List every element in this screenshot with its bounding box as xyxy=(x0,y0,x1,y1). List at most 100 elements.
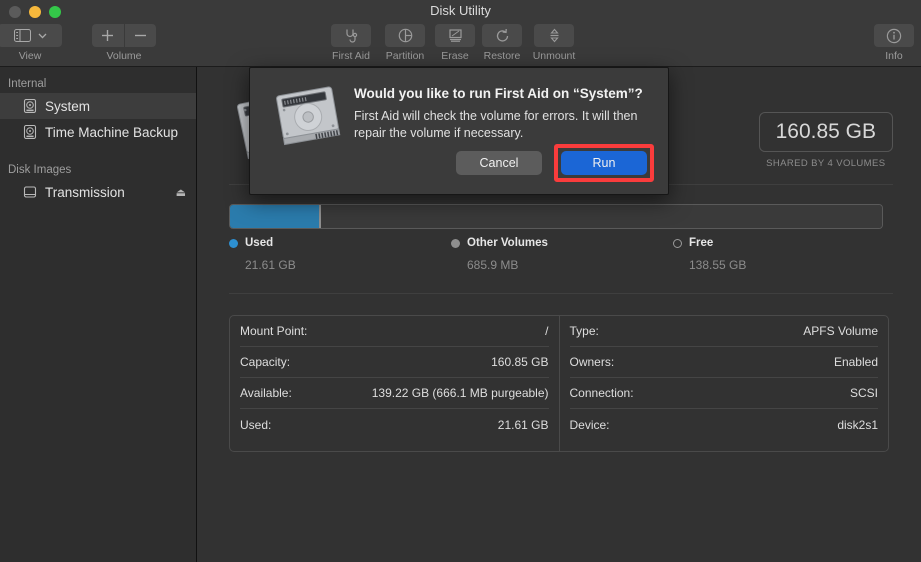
legend-label: Other Volumes xyxy=(467,237,548,249)
first-aid-button[interactable] xyxy=(331,24,371,47)
info-key: Owners: xyxy=(570,355,615,369)
toolbar-label: Erase xyxy=(441,50,468,62)
sidebar-item-label: Time Machine Backup xyxy=(45,125,178,140)
info-value: 160.85 GB xyxy=(491,355,548,369)
restore-button[interactable] xyxy=(482,24,522,47)
dialog-actions: Cancel Run xyxy=(456,144,654,182)
info-key: Connection: xyxy=(570,386,634,400)
erase-icon xyxy=(448,28,463,43)
internal-disk-icon xyxy=(22,98,38,114)
legend-item-used: Used 21.61 GB xyxy=(229,237,296,272)
info-row-capacity: Capacity: 160.85 GB xyxy=(240,347,549,378)
sidebar-item-time-machine-backup[interactable]: Time Machine Backup xyxy=(0,119,196,145)
toolbar-label: Volume xyxy=(106,50,141,62)
legend-label: Free xyxy=(689,237,713,249)
sidebar: Internal System Time Machine Backup Disk… xyxy=(0,67,197,562)
toolbar-item-info[interactable]: Info xyxy=(866,24,921,62)
legend-item-free: Free 138.55 GB xyxy=(673,237,746,272)
volume-info-table: Mount Point: / Capacity: 160.85 GB Avail… xyxy=(229,315,889,452)
run-button[interactable]: Run xyxy=(561,151,647,175)
internal-disk-icon xyxy=(22,124,38,140)
toolbar-item-view[interactable]: View xyxy=(2,24,58,62)
toolbar-label: Info xyxy=(885,50,903,62)
info-value: 139.22 GB (666.1 MB purgeable) xyxy=(372,386,549,400)
sidebar-group-header-internal: Internal xyxy=(0,75,196,93)
view-button[interactable] xyxy=(0,24,62,47)
sidebar-item-transmission[interactable]: Transmission ⏏ xyxy=(0,179,196,205)
info-row-mount-point: Mount Point: / xyxy=(240,316,549,347)
legend-label: Used xyxy=(245,237,273,249)
legend-swatch-free xyxy=(673,239,682,248)
toolbar-item-partition[interactable]: Partition xyxy=(377,24,433,62)
info-key: Available: xyxy=(240,386,292,400)
capacity-bar xyxy=(229,204,883,229)
dialog-message: First Aid will check the volume for erro… xyxy=(354,108,654,142)
info-key: Used: xyxy=(240,418,271,432)
run-button-highlight: Run xyxy=(554,144,654,182)
legend-swatch-other-volumes xyxy=(451,239,460,248)
toolbar-item-first-aid[interactable]: First Aid xyxy=(323,24,379,62)
capacity-segment-free xyxy=(321,205,882,228)
legend-value: 21.61 GB xyxy=(245,258,296,272)
toolbar: View Volume First Aid xyxy=(0,22,921,67)
erase-button[interactable] xyxy=(435,24,475,47)
info-circle-icon xyxy=(886,28,902,44)
info-row-owners: Owners: Enabled xyxy=(570,347,879,378)
info-value: / xyxy=(545,324,548,338)
toolbar-label: Unmount xyxy=(533,50,576,62)
pie-chart-icon xyxy=(398,28,413,43)
legend-swatch-used xyxy=(229,239,238,248)
unmount-button[interactable] xyxy=(534,24,574,47)
add-volume-button[interactable] xyxy=(92,24,125,47)
info-value: APFS Volume xyxy=(803,324,878,338)
legend-item-other-volumes: Other Volumes 685.9 MB xyxy=(451,237,548,272)
hard-disk-icon xyxy=(272,85,344,147)
restore-arrow-icon xyxy=(495,28,510,43)
toolbar-label: Partition xyxy=(386,50,425,62)
info-key: Capacity: xyxy=(240,355,290,369)
sidebar-item-system[interactable]: System xyxy=(0,93,196,119)
remove-volume-button[interactable] xyxy=(125,24,157,47)
eject-icon[interactable]: ⏏ xyxy=(176,186,186,199)
sidebar-item-label: System xyxy=(45,99,90,114)
info-column-right: Type: APFS Volume Owners: Enabled Connec… xyxy=(560,316,889,451)
info-row-connection: Connection: SCSI xyxy=(570,378,879,409)
info-row-type: Type: APFS Volume xyxy=(570,316,879,347)
capacity-segment-used xyxy=(230,205,319,228)
title-bar: Disk Utility xyxy=(0,0,921,22)
info-key: Type: xyxy=(570,324,599,338)
disk-utility-window: Disk Utility View xyxy=(0,0,921,562)
sidebar-view-icon xyxy=(14,29,31,42)
capacity-subtitle: SHARED BY 4 VOLUMES xyxy=(766,158,885,169)
stethoscope-icon xyxy=(344,28,359,43)
volume-segmented-control[interactable] xyxy=(92,24,156,47)
toolbar-label: First Aid xyxy=(332,50,370,62)
info-column-left: Mount Point: / Capacity: 160.85 GB Avail… xyxy=(230,316,560,451)
unmount-icon xyxy=(547,28,562,43)
info-value: 21.61 GB xyxy=(498,418,549,432)
info-value: disk2s1 xyxy=(837,418,878,432)
toolbar-item-restore[interactable]: Restore xyxy=(474,24,530,62)
info-key: Mount Point: xyxy=(240,324,307,338)
info-row-device: Device: disk2s1 xyxy=(570,409,879,440)
toolbar-item-volume[interactable]: Volume xyxy=(96,24,152,62)
window-title: Disk Utility xyxy=(0,3,921,18)
partition-button[interactable] xyxy=(385,24,425,47)
info-key: Device: xyxy=(570,418,610,432)
chevron-down-icon xyxy=(38,33,47,39)
info-button[interactable] xyxy=(874,24,914,47)
legend-value: 685.9 MB xyxy=(467,258,548,272)
capacity-summary: 160.85 GB SHARED BY 4 VOLUMES xyxy=(759,112,893,169)
legend-value: 138.55 GB xyxy=(689,258,746,272)
info-value: SCSI xyxy=(850,386,878,400)
dialog-title: Would you like to run First Aid on “Syst… xyxy=(354,86,654,101)
first-aid-dialog: Would you like to run First Aid on “Syst… xyxy=(249,67,669,195)
toolbar-item-unmount[interactable]: Unmount xyxy=(526,24,582,62)
info-row-used: Used: 21.61 GB xyxy=(240,409,549,440)
capacity-badge: 160.85 GB xyxy=(759,112,893,152)
info-row-available: Available: 139.22 GB (666.1 MB purgeable… xyxy=(240,378,549,409)
info-value: Enabled xyxy=(834,355,878,369)
sidebar-item-label: Transmission xyxy=(45,185,125,200)
cancel-button[interactable]: Cancel xyxy=(456,151,542,175)
disk-image-icon xyxy=(22,184,38,200)
